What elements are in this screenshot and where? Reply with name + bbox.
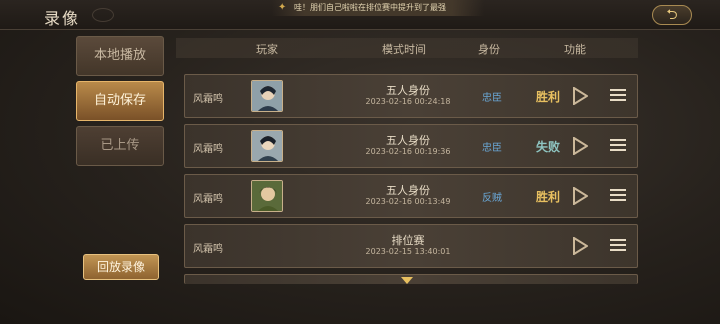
top-bar: 录像 ✦ 哇！朋们自己啦啦在排位赛中提升到了最强 ⮌ — [0, 0, 720, 30]
title-decoration-icon — [92, 8, 114, 22]
table-row[interactable]: 风霜鸣 排位赛 2023-02-15 13:40:01 — [184, 224, 638, 268]
column-player: 玩家 — [256, 43, 278, 56]
bird-icon: ✦ — [278, 2, 287, 13]
game-mode: 排位赛 — [391, 234, 425, 247]
game-time: 2023-02-16 00:24:18 — [365, 97, 451, 106]
player-name: 风霜鸣 — [193, 244, 223, 255]
game-mode: 五人身份 — [386, 184, 430, 197]
game-mode: 五人身份 — [386, 134, 430, 147]
result-badge: 胜利 — [535, 90, 560, 104]
result-badge: 失败 — [535, 140, 560, 154]
role-label: 忠臣 — [482, 143, 502, 154]
role-label: 反贼 — [482, 193, 502, 204]
column-function: 功能 — [564, 43, 586, 56]
announcement-marquee: ✦ 哇！朋们自己啦啦在排位赛中提升到了最强 — [272, 0, 484, 16]
column-role: 身份 — [478, 43, 500, 56]
game-mode: 五人身份 — [386, 84, 430, 97]
game-time: 2023-02-16 00:13:49 — [365, 197, 451, 206]
tab-uploaded[interactable]: 已上传 — [76, 126, 164, 166]
menu-icon[interactable] — [610, 188, 626, 202]
menu-icon[interactable] — [610, 88, 626, 102]
scroll-down-icon[interactable] — [400, 276, 414, 286]
player-name: 风霜鸣 — [193, 194, 223, 205]
avatar — [251, 130, 283, 162]
play-icon[interactable] — [572, 87, 588, 105]
table-row[interactable]: 风霜鸣 五人身份 2023-02-16 00:13:49 反贼 胜利 — [184, 174, 638, 218]
avatar — [251, 180, 283, 212]
player-name: 风霜鸣 — [193, 94, 223, 105]
page-title: 录像 — [44, 9, 81, 28]
tab-auto-save[interactable]: 自动保存 — [76, 81, 164, 121]
back-arrow-icon: ⮌ — [666, 7, 678, 23]
menu-icon[interactable] — [610, 238, 626, 252]
play-icon[interactable] — [572, 187, 588, 205]
table-header: 玩家 模式时间 身份 功能 — [176, 38, 638, 58]
table-row[interactable]: 风霜鸣 五人身份 2023-02-16 00:24:18 忠臣 胜利 — [184, 74, 638, 118]
menu-icon[interactable] — [610, 138, 626, 152]
role-label: 忠臣 — [482, 93, 502, 104]
play-icon[interactable] — [572, 237, 588, 255]
tab-local-playback[interactable]: 本地播放 — [76, 36, 164, 76]
column-mode-time: 模式时间 — [382, 43, 426, 56]
back-button[interactable]: ⮌ — [652, 5, 692, 25]
replay-button[interactable]: 回放录像 — [83, 254, 159, 280]
result-badge: 胜利 — [535, 190, 560, 204]
player-name: 风霜鸣 — [193, 144, 223, 155]
game-time: 2023-02-16 00:19:36 — [365, 147, 451, 156]
announcement-text: 哇！朋们自己啦啦在排位赛中提升到了最强 — [294, 3, 446, 12]
table-row[interactable]: 风霜鸣 五人身份 2023-02-16 00:19:36 忠臣 失败 — [184, 124, 638, 168]
game-time: 2023-02-15 13:40:01 — [365, 247, 451, 256]
avatar — [251, 80, 283, 112]
play-icon[interactable] — [572, 137, 588, 155]
